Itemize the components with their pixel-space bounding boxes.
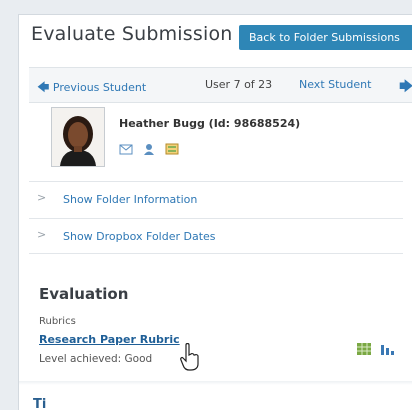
hand-cursor-icon: [179, 342, 201, 371]
section-label: Show Dropbox Folder Dates: [63, 230, 216, 243]
user-icon[interactable]: [142, 140, 156, 155]
divider: [19, 381, 412, 385]
next-section-heading: Ti: [33, 397, 47, 410]
rubric-tools: [357, 335, 398, 355]
section-label: Show Folder Information: [63, 193, 198, 206]
previous-student-label: Previous Student: [52, 81, 147, 94]
evaluation-heading: Evaluation: [39, 285, 129, 303]
user-counter: User 7 of 23: [205, 78, 273, 91]
next-student-link[interactable]: Next Student: [299, 78, 371, 91]
chevron-right-icon: >: [37, 191, 47, 204]
bar-chart-icon[interactable]: [380, 340, 395, 355]
title-bar: Evaluate Submission Back to Folder Submi…: [19, 15, 412, 55]
grades-icon[interactable]: [165, 140, 179, 154]
avatar: [51, 107, 105, 167]
rubric-link[interactable]: Research Paper Rubric: [39, 333, 180, 346]
evaluate-submission-panel: Evaluate Submission Back to Folder Submi…: [18, 14, 412, 410]
previous-student-link[interactable]: 🡄 Previous Student: [37, 78, 146, 99]
student-name: Heather Bugg (Id: 98688524): [119, 117, 301, 130]
rubrics-label: Rubrics: [39, 316, 76, 327]
email-icon[interactable]: [119, 140, 133, 154]
student-card: Heather Bugg (Id: 98688524): [51, 107, 391, 179]
student-actions: [119, 135, 183, 155]
show-folder-information-toggle[interactable]: > Show Folder Information: [29, 181, 403, 216]
chevron-right-icon: >: [37, 228, 47, 241]
show-dropbox-folder-dates-toggle[interactable]: > Show Dropbox Folder Dates: [29, 218, 403, 254]
left-arrow-icon: 🡄: [37, 80, 50, 94]
student-navigation-bar: 🡄 Previous Student User 7 of 23 Next Stu…: [29, 67, 412, 103]
right-arrow-icon[interactable]: 🡆: [399, 76, 412, 100]
grid-icon[interactable]: [357, 340, 371, 355]
level-achieved: Level achieved: Good: [39, 353, 153, 365]
back-to-folder-submissions-button[interactable]: Back to Folder Submissions: [239, 25, 412, 50]
page-title: Evaluate Submission: [31, 23, 233, 45]
